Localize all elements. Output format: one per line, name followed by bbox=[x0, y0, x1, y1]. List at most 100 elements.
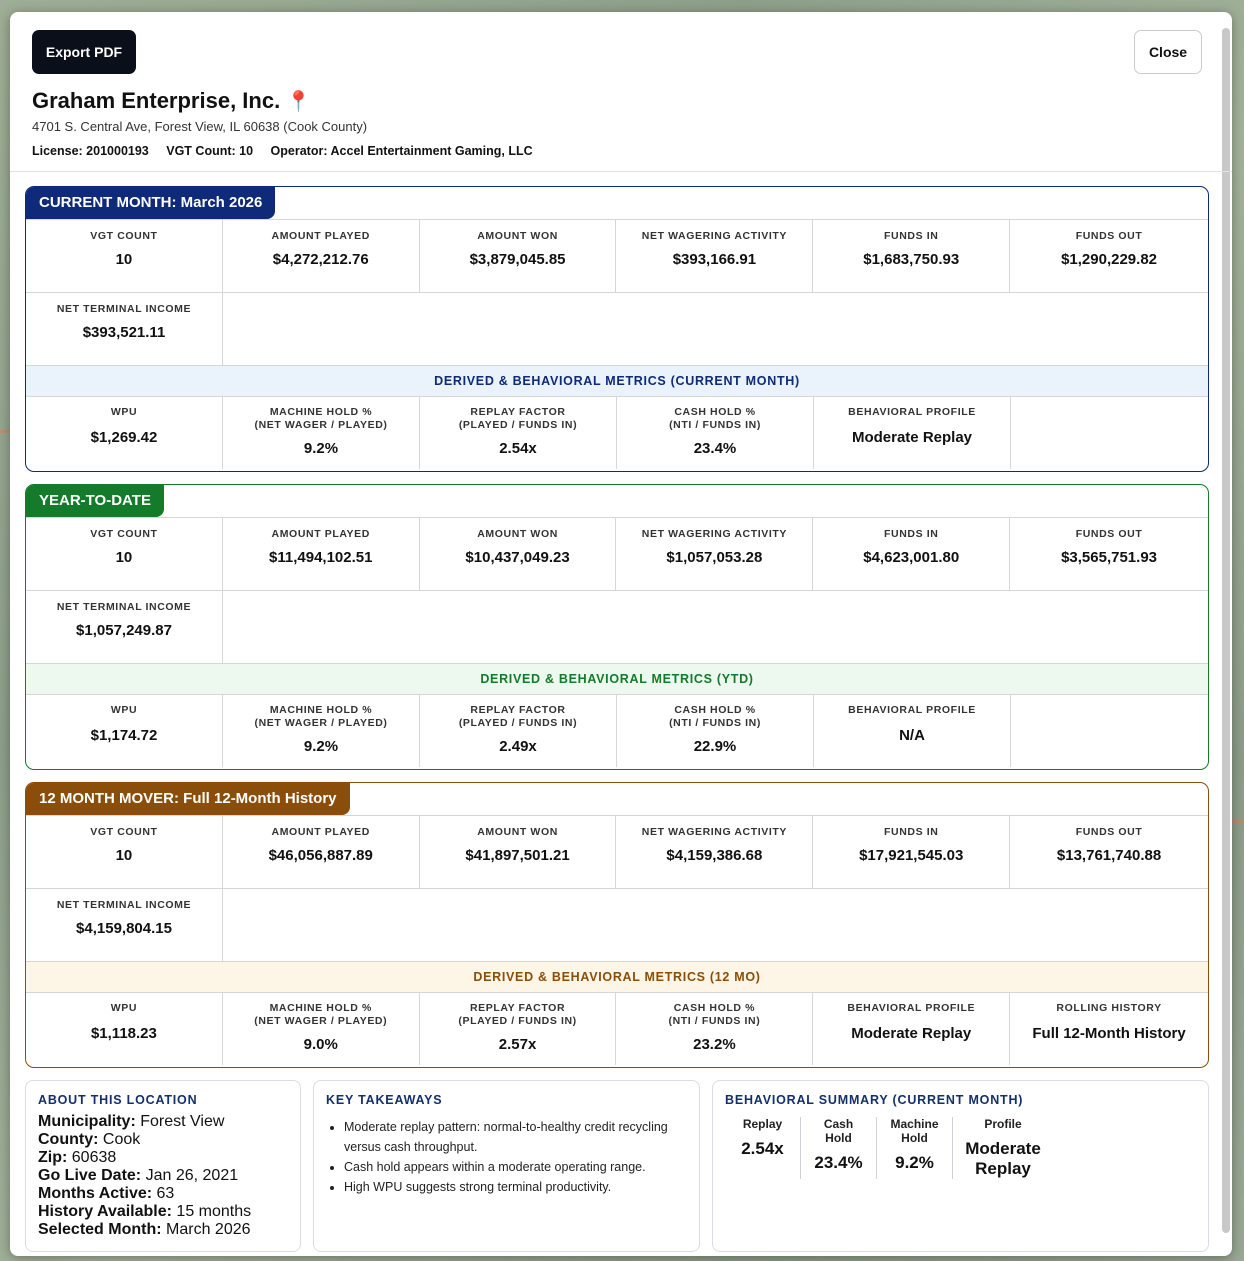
metrics-row-nti: NET TERMINAL INCOME $393,521.11 bbox=[26, 292, 1208, 365]
derived-label: CASH HOLD % bbox=[673, 1002, 756, 1014]
metric-label: AMOUNT PLAYED bbox=[271, 230, 370, 242]
derived-cell: WPU $1,269.42 bbox=[26, 397, 223, 469]
metric-label: NET WAGERING ACTIVITY bbox=[641, 230, 787, 242]
metric-value: $4,159,386.68 bbox=[666, 847, 763, 864]
metric-cell-nti: NET TERMINAL INCOME $1,057,249.87 bbox=[26, 591, 223, 663]
derived-metrics-row: WPU $1,174.72 MACHINE HOLD % (NET WAGER / P… bbox=[26, 694, 1208, 767]
derived-value: 9.2% bbox=[303, 738, 339, 755]
metric-value: $393,166.91 bbox=[672, 251, 757, 268]
about-row: Zip: 60638 bbox=[38, 1149, 288, 1167]
metric-cell: AMOUNT PLAYED $4,272,212.76 bbox=[223, 220, 420, 292]
derived-label: MACHINE HOLD % bbox=[269, 704, 373, 716]
derived-cell: CASH HOLD % (NTI / FUNDS IN) 23.2% bbox=[616, 993, 814, 1065]
metrics-row-primary: VGT COUNT 10 AMOUNT PLAYED $4,272,212.76 AMO… bbox=[26, 219, 1208, 292]
takeaway-item: High WPU suggests strong terminal produc… bbox=[344, 1177, 687, 1197]
metrics-grid-ytd: VGT COUNT 10 AMOUNT PLAYED $11,494,102.51 AM… bbox=[26, 517, 1208, 767]
derived-label: BEHAVIORAL PROFILE bbox=[848, 406, 976, 418]
derived-cell: REPLAY FACTOR (PLAYED / FUNDS IN) 2.54x bbox=[420, 397, 617, 469]
nti-value: $1,057,249.87 bbox=[76, 622, 172, 639]
metric-label: AMOUNT PLAYED bbox=[271, 826, 370, 838]
metric-cell: AMOUNT WON $10,437,049.23 bbox=[420, 518, 617, 590]
metric-value: $46,056,887.89 bbox=[268, 847, 373, 864]
about-key: Zip: bbox=[38, 1149, 68, 1166]
behavioral-value: Moderate Replay bbox=[965, 1139, 1041, 1178]
about-value: Jan 26, 2021 bbox=[145, 1167, 239, 1184]
derived-value: Moderate Replay bbox=[851, 1025, 972, 1042]
behavioral-value: 2.54x bbox=[741, 1139, 784, 1158]
about-row: County: Cook bbox=[38, 1131, 288, 1149]
behavioral-col: Machine Hold 9.2% bbox=[877, 1117, 953, 1179]
metric-value: $1,290,229.82 bbox=[1061, 251, 1158, 268]
derived-cell: REPLAY FACTOR (PLAYED / FUNDS IN) 2.57x bbox=[420, 993, 617, 1065]
derived-label: ROLLING HISTORY bbox=[1056, 1002, 1162, 1014]
derived-cell: CASH HOLD % (NTI / FUNDS IN) 23.4% bbox=[617, 397, 814, 469]
metric-label: AMOUNT WON bbox=[477, 230, 558, 242]
close-button[interactable]: Close bbox=[1134, 30, 1202, 74]
about-key: Months Active: bbox=[38, 1185, 153, 1202]
derived-label: REPLAY FACTOR bbox=[470, 406, 566, 418]
derived-value: 2.57x bbox=[498, 1036, 537, 1053]
derived-label: BEHAVIORAL PROFILE bbox=[847, 1002, 976, 1014]
metric-value: $11,494,102.51 bbox=[269, 549, 373, 566]
metric-cell: AMOUNT PLAYED $11,494,102.51 bbox=[223, 518, 420, 590]
takeaway-item: Cash hold appears within a moderate oper… bbox=[344, 1157, 687, 1177]
empty-cell bbox=[223, 293, 1208, 365]
metrics-grid-current: VGT COUNT 10 AMOUNT PLAYED $4,272,212.76 AMO… bbox=[26, 219, 1208, 469]
derived-sublabel: (NET WAGER / PLAYED) bbox=[254, 419, 388, 431]
derived-cell: ROLLING HISTORY Full 12-Month History bbox=[1010, 993, 1208, 1065]
location-name: Graham Enterprise, Inc. bbox=[32, 88, 281, 113]
about-key: Municipality: bbox=[38, 1113, 136, 1130]
section-tag-mover: 12 MONTH MOVER: Full 12-Month History bbox=[26, 783, 350, 815]
derived-sublabel: (NTI / FUNDS IN) bbox=[669, 419, 761, 431]
behavioral-col: Profile Moderate Replay bbox=[953, 1117, 1053, 1179]
derived-label: MACHINE HOLD % bbox=[269, 406, 373, 418]
about-title: ABOUT THIS LOCATION bbox=[38, 1093, 198, 1107]
derived-sublabel: (NET WAGER / PLAYED) bbox=[254, 717, 388, 729]
metrics-row-primary: VGT COUNT 10 AMOUNT PLAYED $11,494,102.51 AM… bbox=[26, 517, 1208, 590]
metric-cell: FUNDS IN $1,683,750.93 bbox=[813, 220, 1011, 292]
key-takeaways-panel: KEY TAKEAWAYS Moderate replay pattern: n… bbox=[313, 1080, 700, 1252]
derived-cell: BEHAVIORAL PROFILE Moderate Replay bbox=[814, 397, 1011, 469]
metric-cell: VGT COUNT 10 bbox=[26, 518, 223, 590]
metric-cell: NET WAGERING ACTIVITY $393,166.91 bbox=[616, 220, 814, 292]
derived-value: $1,118.23 bbox=[90, 1025, 157, 1042]
nti-label: NET TERMINAL INCOME bbox=[56, 899, 192, 911]
derived-label: WPU bbox=[110, 406, 138, 418]
empty-cell bbox=[1011, 695, 1208, 767]
section-ytd: YEAR-TO-DATE VGT COUNT 10 AMOUNT PLAYED $11,… bbox=[25, 484, 1209, 770]
metric-label: FUNDS IN bbox=[884, 230, 939, 242]
metric-cell-nti: NET TERMINAL INCOME $4,159,804.15 bbox=[26, 889, 223, 961]
derived-cell: MACHINE HOLD % (NET WAGER / PLAYED) 9.2% bbox=[223, 397, 420, 469]
empty-cell bbox=[223, 591, 1208, 663]
derived-label: REPLAY FACTOR bbox=[470, 1002, 566, 1014]
derived-sublabel: (PLAYED / FUNDS IN) bbox=[458, 1015, 577, 1027]
metric-value: 10 bbox=[115, 251, 133, 268]
derived-value: 2.54x bbox=[499, 440, 537, 457]
page-title: Graham Enterprise, Inc. 📍 bbox=[32, 88, 311, 114]
derived-cell: MACHINE HOLD % (NET WAGER / PLAYED) 9.0% bbox=[223, 993, 420, 1065]
derived-value: 9.2% bbox=[303, 440, 339, 457]
about-row: Go Live Date: Jan 26, 2021 bbox=[38, 1167, 288, 1185]
derived-label: WPU bbox=[110, 704, 138, 716]
derived-label: CASH HOLD % bbox=[674, 406, 756, 418]
takeaways-title: KEY TAKEAWAYS bbox=[326, 1093, 443, 1107]
metric-value: $4,623,001.80 bbox=[863, 549, 960, 566]
derived-value: 23.2% bbox=[693, 1036, 736, 1053]
metric-value: $13,761,740.88 bbox=[1056, 847, 1162, 864]
license-text: License: 201000193 bbox=[32, 144, 149, 158]
metric-label: AMOUNT WON bbox=[477, 826, 558, 838]
derived-metrics-row: WPU $1,118.23 MACHINE HOLD % (NET WAGER / P… bbox=[26, 992, 1208, 1065]
metric-value: $4,272,212.76 bbox=[272, 251, 369, 268]
section-mover: 12 MONTH MOVER: Full 12-Month History VGT… bbox=[25, 782, 1209, 1068]
metric-value: $3,565,751.93 bbox=[1061, 549, 1158, 566]
scrollbar[interactable] bbox=[1222, 28, 1230, 1233]
export-pdf-button[interactable]: Export PDF bbox=[32, 30, 136, 74]
derived-value: Moderate Replay bbox=[851, 429, 973, 446]
nti-value: $393,521.11 bbox=[82, 324, 166, 341]
about-value: 60638 bbox=[71, 1149, 117, 1166]
about-value: March 2026 bbox=[166, 1221, 251, 1238]
derived-label: BEHAVIORAL PROFILE bbox=[848, 704, 976, 716]
vgt-count-text: VGT Count: 10 bbox=[166, 144, 254, 158]
metric-label: NET WAGERING ACTIVITY bbox=[641, 826, 787, 838]
derived-sublabel: (NTI / FUNDS IN) bbox=[669, 717, 761, 729]
